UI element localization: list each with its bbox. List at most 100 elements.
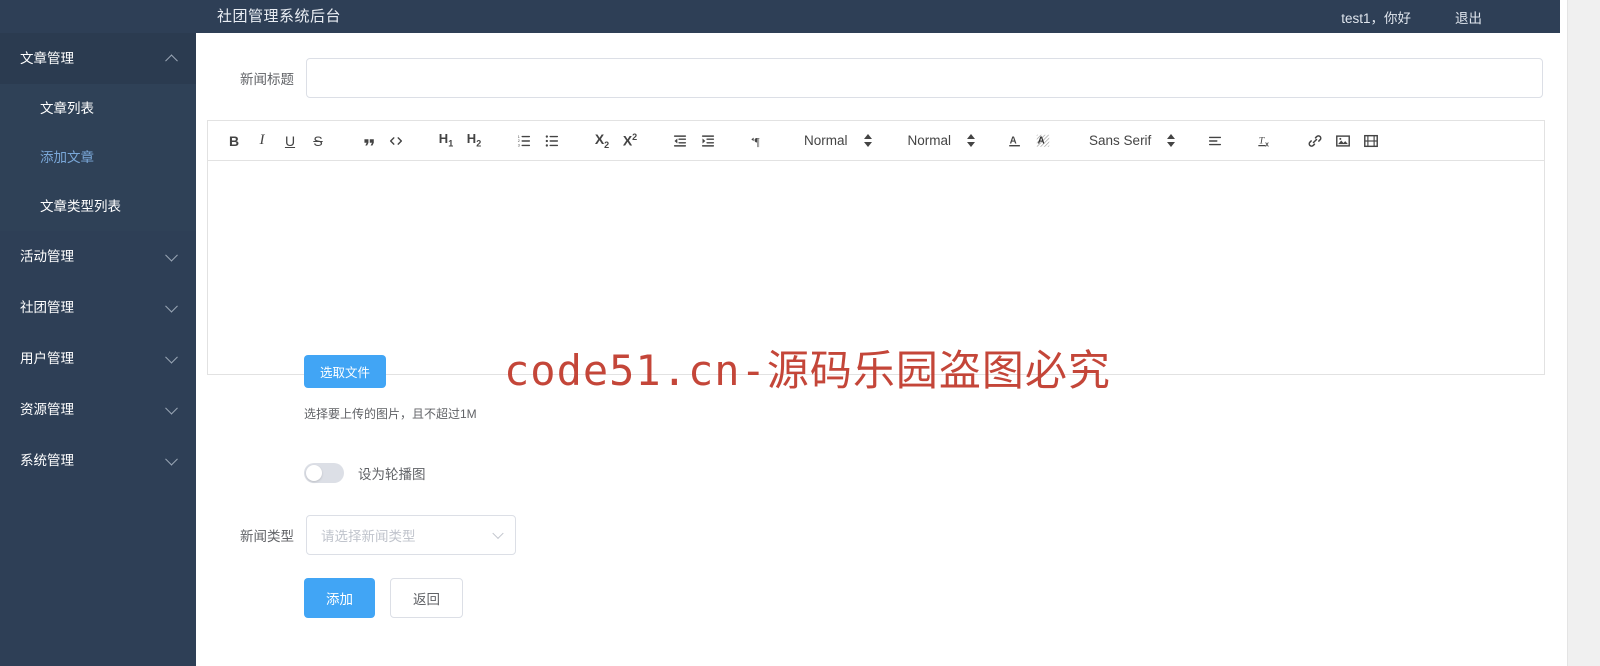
chevron-down-icon bbox=[165, 350, 178, 364]
sidebar-item-article-type-list[interactable]: 文章类型列表 bbox=[0, 182, 196, 231]
sidebar-group-system-label: 系统管理 bbox=[20, 453, 74, 468]
sidebar-group-resources-label: 资源管理 bbox=[20, 402, 74, 417]
news-title-row: 新闻标题 bbox=[196, 58, 1560, 98]
toolbar-group-script: X2 X2 bbox=[588, 127, 644, 155]
sidebar-group-clubs-title[interactable]: 社团管理 bbox=[0, 282, 196, 333]
italic-icon[interactable]: I bbox=[248, 127, 276, 155]
news-type-label: 新闻类型 bbox=[240, 529, 294, 544]
page-gutter bbox=[1568, 0, 1600, 666]
indent-icon[interactable] bbox=[694, 127, 722, 155]
header2-icon[interactable]: H2 bbox=[460, 127, 488, 155]
align-icon[interactable] bbox=[1201, 127, 1229, 155]
page-edge bbox=[1560, 0, 1568, 666]
logout-link[interactable]: 退出 bbox=[1455, 7, 1482, 27]
stepper-arrows-icon bbox=[863, 134, 872, 147]
toolbar-group-embed bbox=[1301, 127, 1385, 155]
sidebar-group-resources: 资源管理 bbox=[0, 384, 196, 435]
rich-text-editor: B I U S H1 H2 1 2 3 X2 X2 ¶ Normal Norma… bbox=[207, 120, 1545, 375]
text-direction-icon[interactable]: ¶ bbox=[744, 127, 772, 155]
toolbar-group-color: A A bbox=[1001, 127, 1057, 155]
upload-hint-text: 选择要上传的图片，且不超过1M bbox=[304, 407, 477, 421]
image-icon[interactable] bbox=[1329, 127, 1357, 155]
sidebar-item-add-article[interactable]: 添加文章 bbox=[0, 133, 196, 182]
underline-icon[interactable]: U bbox=[276, 127, 304, 155]
font-size-picker[interactable]: Normal bbox=[794, 127, 876, 155]
svg-text:1: 1 bbox=[518, 134, 520, 138]
chevron-down-icon bbox=[165, 248, 178, 262]
sidebar-group-articles-label: 文章管理 bbox=[20, 51, 74, 66]
bullet-list-icon[interactable] bbox=[538, 127, 566, 155]
editor-toolbar: B I U S H1 H2 1 2 3 X2 X2 ¶ Normal Norma… bbox=[207, 120, 1545, 161]
chevron-down-icon bbox=[165, 452, 178, 466]
carousel-switch-label: 设为轮播图 bbox=[358, 467, 426, 482]
blockquote-icon[interactable] bbox=[354, 127, 382, 155]
sidebar-item-article-list[interactable]: 文章列表 bbox=[0, 84, 196, 133]
news-type-placeholder: 请选择新闻类型 bbox=[321, 529, 416, 544]
toolbar-group-lists: 1 2 3 bbox=[510, 127, 566, 155]
sidebar-group-clubs-label: 社团管理 bbox=[20, 300, 74, 315]
superscript-icon[interactable]: X2 bbox=[616, 127, 644, 155]
sidebar-submenu-articles: 文章列表 添加文章 文章类型列表 bbox=[0, 84, 196, 231]
stepper-arrows-icon bbox=[1167, 134, 1176, 147]
main-content: 新闻标题 B I U S H1 H2 1 2 3 X2 X2 ¶ Normal … bbox=[196, 33, 1560, 666]
editor-content-area[interactable] bbox=[207, 161, 1545, 375]
back-button[interactable]: 返回 bbox=[390, 578, 463, 618]
sidebar-group-users: 用户管理 bbox=[0, 333, 196, 384]
outdent-icon[interactable] bbox=[666, 127, 694, 155]
news-title-input[interactable] bbox=[306, 58, 1543, 98]
sidebar-group-clubs: 社团管理 bbox=[0, 282, 196, 333]
sidebar-group-activities-label: 活动管理 bbox=[20, 249, 74, 264]
code-block-icon[interactable] bbox=[382, 127, 410, 155]
app-title: 社团管理系统后台 bbox=[217, 8, 342, 25]
carousel-toggle[interactable] bbox=[304, 463, 344, 483]
news-title-label: 新闻标题 bbox=[240, 72, 294, 87]
sidebar-group-system-title[interactable]: 系统管理 bbox=[0, 435, 196, 486]
video-icon[interactable] bbox=[1357, 127, 1385, 155]
bold-icon[interactable]: B bbox=[220, 127, 248, 155]
sidebar-group-system: 系统管理 bbox=[0, 435, 196, 486]
toolbar-group-clean: T x bbox=[1251, 127, 1279, 155]
header-value: Normal bbox=[907, 133, 952, 148]
toolbar-group-inline: B I U S bbox=[220, 127, 332, 155]
ordered-list-icon[interactable]: 1 2 3 bbox=[510, 127, 538, 155]
chevron-up-icon bbox=[165, 53, 178, 67]
header-picker[interactable]: Normal bbox=[898, 127, 980, 155]
sidebar-nav: 文章管理 文章列表 添加文章 文章类型列表 活动管理 社团管理 用户管理 资源管… bbox=[0, 33, 196, 666]
header-user-area: test1，你好 退出 bbox=[1341, 0, 1482, 33]
carousel-switch-row: 设为轮播图 bbox=[304, 463, 426, 483]
font-family-value: Sans Serif bbox=[1089, 133, 1152, 148]
sidebar-group-users-title[interactable]: 用户管理 bbox=[0, 333, 196, 384]
sidebar-group-users-label: 用户管理 bbox=[20, 351, 74, 366]
toolbar-group-align bbox=[1201, 127, 1229, 155]
strikethrough-icon[interactable]: S bbox=[304, 127, 332, 155]
header1-icon[interactable]: H1 bbox=[432, 127, 460, 155]
svg-text:2: 2 bbox=[518, 139, 520, 143]
sidebar-group-activities-title[interactable]: 活动管理 bbox=[0, 231, 196, 282]
admin-page: 社团管理系统后台 test1，你好 退出 文章管理 文章列表 添加文章 文章类型… bbox=[0, 0, 1600, 666]
subscript-icon[interactable]: X2 bbox=[588, 127, 616, 155]
chevron-down-icon bbox=[165, 401, 178, 415]
svg-text:A: A bbox=[1038, 135, 1045, 146]
news-type-select[interactable]: 请选择新闻类型 bbox=[306, 515, 516, 555]
chevron-down-icon bbox=[492, 527, 504, 540]
submit-button[interactable]: 添加 bbox=[304, 578, 375, 618]
svg-text:¶: ¶ bbox=[754, 136, 760, 148]
text-color-icon[interactable]: A bbox=[1001, 127, 1029, 155]
svg-text:x: x bbox=[1265, 140, 1269, 148]
top-header: 社团管理系统后台 test1，你好 退出 bbox=[0, 0, 1568, 33]
form-actions: 添加 返回 bbox=[304, 578, 463, 618]
link-icon[interactable] bbox=[1301, 127, 1329, 155]
background-color-icon[interactable]: A bbox=[1029, 127, 1057, 155]
sidebar-group-articles-title[interactable]: 文章管理 bbox=[0, 33, 196, 84]
font-family-picker[interactable]: Sans Serif bbox=[1079, 127, 1179, 155]
sidebar-group-resources-title[interactable]: 资源管理 bbox=[0, 384, 196, 435]
toolbar-group-direction: ¶ bbox=[744, 127, 772, 155]
select-file-button[interactable]: 选取文件 bbox=[304, 355, 387, 388]
toolbar-group-headers: H1 H2 bbox=[432, 127, 488, 155]
clear-format-icon[interactable]: T x bbox=[1251, 127, 1279, 155]
stepper-arrows-icon bbox=[967, 134, 976, 147]
sidebar-group-articles: 文章管理 文章列表 添加文章 文章类型列表 bbox=[0, 33, 196, 231]
sidebar-group-activities: 活动管理 bbox=[0, 231, 196, 282]
font-size-value: Normal bbox=[804, 133, 848, 148]
user-greeting[interactable]: test1，你好 bbox=[1341, 7, 1411, 27]
